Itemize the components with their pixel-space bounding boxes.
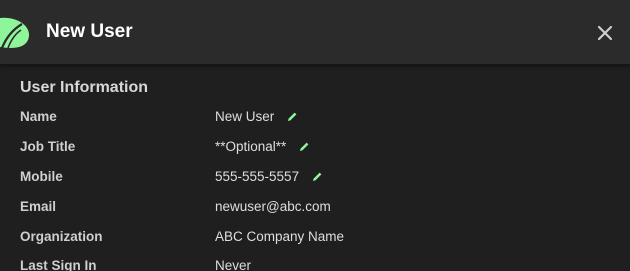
close-icon[interactable] <box>593 21 617 45</box>
field-value: **Optional** <box>215 139 287 154</box>
field-label: Organization <box>20 229 103 244</box>
field-row-mobile: Mobile 555-555-5557 <box>0 166 630 188</box>
field-value: newuser@abc.com <box>215 199 331 214</box>
field-value: ABC Company Name <box>215 229 345 244</box>
field-label: Last Sign In <box>20 258 97 271</box>
section-title-user-information: User Information <box>20 79 149 96</box>
field-value: Never <box>215 258 252 271</box>
field-row-name: Name New User <box>0 106 630 128</box>
field-label: Mobile <box>20 169 63 184</box>
field-label: Email <box>20 199 57 214</box>
field-row-last-sign-in: Last Sign In Never <box>0 255 630 271</box>
field-label: Job Title <box>20 139 76 154</box>
green-leaf-logo-icon <box>0 17 30 49</box>
edit-pencil-icon[interactable] <box>298 141 310 153</box>
field-row-job-title: Job Title **Optional** <box>0 136 630 158</box>
field-row-organization: Organization ABC Company Name <box>0 226 630 248</box>
new-user-dialog: New User User Information Name New User … <box>0 0 630 271</box>
edit-pencil-icon[interactable] <box>311 171 323 183</box>
field-value: 555-555-5557 <box>215 169 300 184</box>
field-label: Name <box>20 109 57 124</box>
field-value: New User <box>215 109 275 124</box>
edit-pencil-icon[interactable] <box>286 111 298 123</box>
field-row-email: Email newuser@abc.com <box>0 196 630 218</box>
dialog-header: New User <box>0 0 630 65</box>
dialog-title: New User <box>46 21 133 42</box>
